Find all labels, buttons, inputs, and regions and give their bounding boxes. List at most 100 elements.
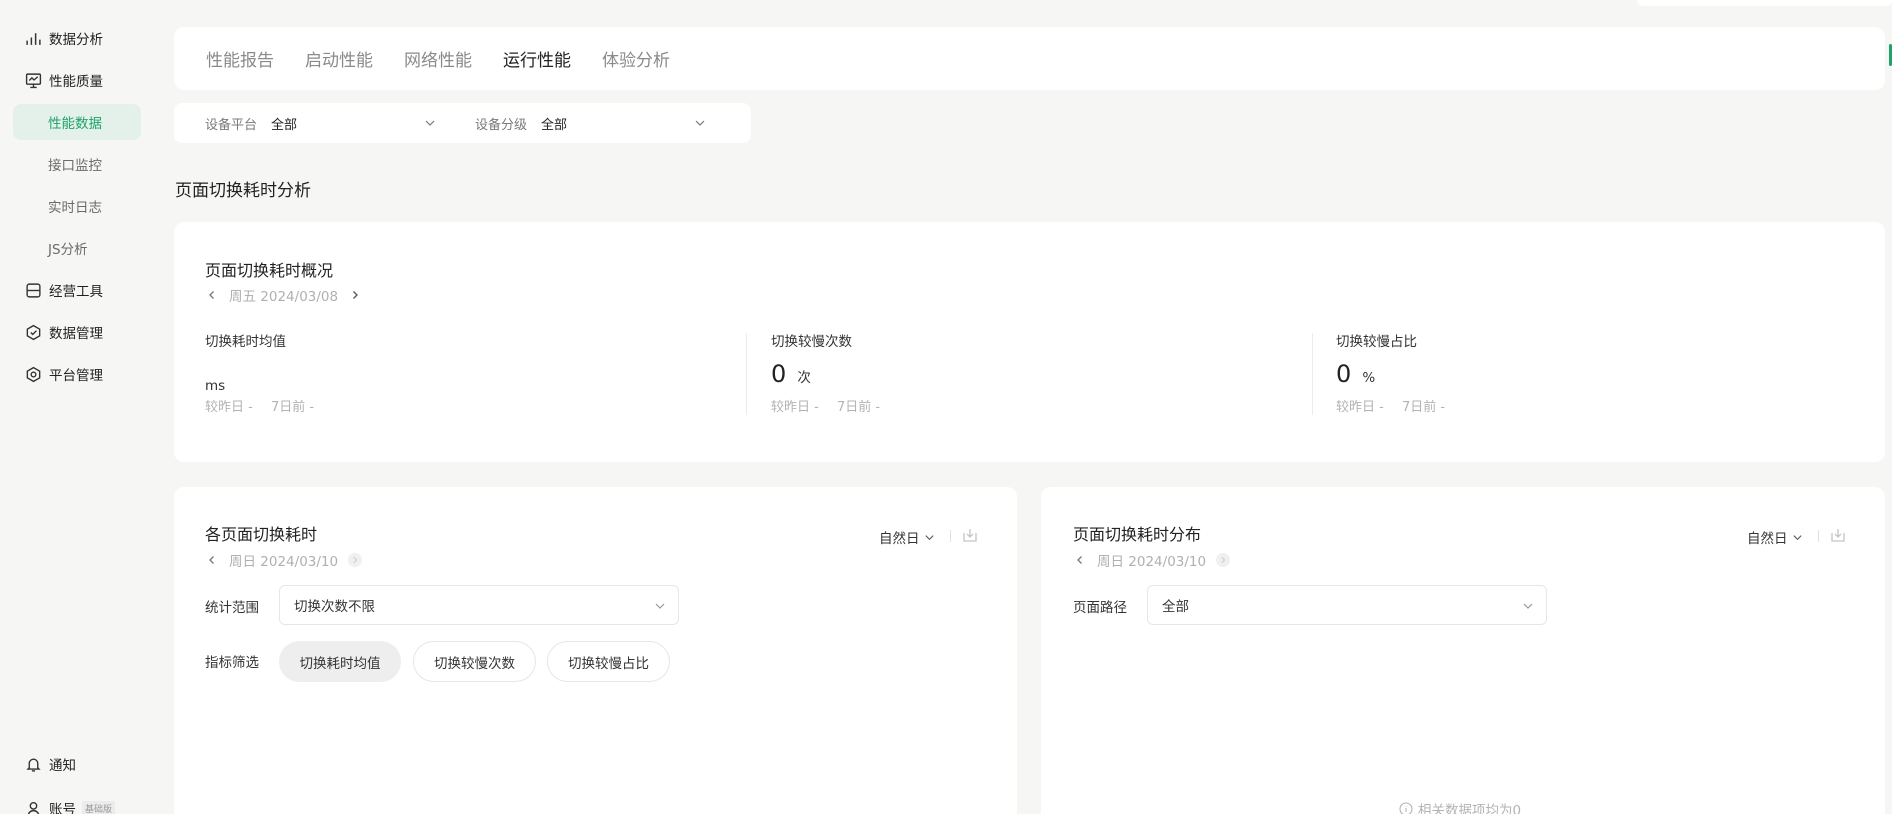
device-level-select[interactable]: 设备分级 全部 bbox=[475, 103, 567, 143]
notifications-label: 通知 bbox=[49, 758, 76, 774]
sidebar-item-business-tools[interactable]: 经营工具 bbox=[13, 272, 141, 308]
overview-card bbox=[174, 222, 1885, 462]
filter-pill-avg-time[interactable]: 切换耗时均值 bbox=[279, 641, 401, 682]
overview-date: 周五 2024/03/08 bbox=[229, 289, 339, 305]
metric-comparison: 较昨日 - 7日前 - bbox=[1336, 396, 1445, 415]
compare-7days: 7日前 - bbox=[270, 400, 315, 415]
sidebar-item-label: 平台管理 bbox=[49, 368, 103, 384]
metric-unit: 次 bbox=[797, 370, 811, 386]
empty-data-text: 相关数据项均为0 bbox=[1418, 803, 1522, 814]
download-icon[interactable] bbox=[961, 526, 979, 544]
chevron-down-icon bbox=[1523, 603, 1533, 609]
chevron-right-icon[interactable] bbox=[348, 553, 363, 567]
chevron-down-icon bbox=[924, 534, 934, 540]
device-platform-label: 设备平台 bbox=[205, 117, 258, 133]
sidebar-subitem-realtime-log[interactable]: 实时日志 bbox=[13, 188, 141, 224]
sidebar-item-notifications[interactable]: 通知 bbox=[13, 746, 141, 782]
device-level-value: 全部 bbox=[541, 117, 568, 133]
device-level-label: 设备分级 bbox=[475, 117, 528, 133]
device-platform-select[interactable]: 设备平台 全部 bbox=[205, 103, 297, 143]
compare-7days: 7日前 - bbox=[836, 400, 881, 415]
metric-value: 0 bbox=[1336, 360, 1352, 388]
sidebar-item-account[interactable]: 账号 基础版 bbox=[13, 790, 141, 814]
page-path-label: 页面路径 bbox=[1073, 600, 1127, 616]
metric-value-row: 0 次 bbox=[771, 360, 811, 388]
account-plan-badge: 基础版 bbox=[82, 800, 116, 814]
distribution-date: 周日 2024/03/10 bbox=[1097, 554, 1207, 570]
bell-icon bbox=[23, 754, 43, 774]
filter-pill-slow-count[interactable]: 切换较慢次数 bbox=[413, 641, 536, 682]
compare-yesterday: 较昨日 - bbox=[1336, 400, 1384, 415]
metric-avg-switch-time: 切换耗时均值 ms 较昨日 - 7日前 - bbox=[205, 330, 314, 415]
tab-performance-report[interactable]: 性能报告 bbox=[206, 46, 274, 71]
chevron-down-icon[interactable] bbox=[424, 117, 436, 129]
monitor-icon bbox=[23, 70, 43, 90]
tab-startup-performance[interactable]: 启动性能 bbox=[305, 46, 373, 71]
settings-icon bbox=[23, 364, 43, 384]
metric-label: 切换较慢占比 bbox=[1336, 334, 1417, 350]
tab-network-performance[interactable]: 网络性能 bbox=[404, 46, 472, 71]
info-icon bbox=[1399, 802, 1413, 814]
sidebar-item-label: 经营工具 bbox=[49, 284, 103, 300]
sidebar-subitem-js-analysis[interactable]: JS分析 bbox=[13, 230, 141, 266]
sidebar-item-data-management[interactable]: 数据管理 bbox=[13, 314, 141, 350]
range-select[interactable]: 切换次数不限 bbox=[279, 585, 679, 625]
user-icon bbox=[23, 798, 43, 814]
metric-value: 0 bbox=[771, 360, 787, 388]
per-page-date-nav: 周日 2024/03/10 bbox=[205, 550, 363, 570]
metric-divider bbox=[1312, 333, 1313, 415]
sidebar-item-performance[interactable]: 性能质量 bbox=[13, 62, 141, 98]
metric-unit: % bbox=[1362, 370, 1376, 386]
compare-yesterday: 较昨日 - bbox=[771, 400, 819, 415]
per-page-title: 各页面切换耗时 bbox=[205, 525, 318, 544]
sidebar-subitem-api-monitor[interactable]: 接口监控 bbox=[13, 146, 141, 182]
chevron-down-icon bbox=[1792, 534, 1802, 540]
sidebar-item-label: 数据管理 bbox=[49, 326, 103, 342]
page-path-select[interactable]: 全部 bbox=[1147, 585, 1547, 625]
chevron-right-icon[interactable] bbox=[348, 288, 362, 302]
account-label: 账号 bbox=[49, 802, 76, 814]
granularity-label: 自然日 bbox=[879, 531, 920, 547]
range-label: 统计范围 bbox=[205, 600, 259, 616]
chevron-left-icon[interactable] bbox=[205, 288, 219, 302]
wallet-icon bbox=[23, 280, 43, 300]
metric-label: 切换较慢次数 bbox=[771, 334, 852, 350]
range-value: 切换次数不限 bbox=[294, 599, 375, 615]
metric-value-row: ms bbox=[205, 368, 225, 396]
toolbar-divider bbox=[950, 530, 951, 542]
sidebar-item-label: 性能质量 bbox=[49, 74, 103, 90]
chevron-left-icon[interactable] bbox=[1073, 553, 1087, 567]
overview-title: 页面切换耗时概况 bbox=[205, 261, 334, 280]
empty-data-note: 相关数据项均为0 bbox=[1399, 799, 1521, 814]
performance-tab-bar: 性能报告 启动性能 网络性能 运行性能 体验分析 bbox=[174, 27, 1885, 90]
distribution-granularity-select[interactable]: 自然日 bbox=[1747, 527, 1803, 547]
filter-pill-slow-ratio[interactable]: 切换较慢占比 bbox=[547, 641, 670, 682]
metric-value-row: 0 % bbox=[1336, 360, 1375, 388]
sidebar: 数据分析 性能质量 性能数据 接口监控 实时日志 JS分析 经营工具 数据管理 … bbox=[0, 0, 158, 814]
granularity-label: 自然日 bbox=[1747, 531, 1788, 547]
sidebar-subitem-performance-data[interactable]: 性能数据 bbox=[13, 104, 141, 140]
metric-comparison: 较昨日 - 7日前 - bbox=[771, 396, 880, 415]
metric-comparison: 较昨日 - 7日前 - bbox=[205, 396, 314, 415]
sidebar-item-platform-management[interactable]: 平台管理 bbox=[13, 356, 141, 392]
device-filter-bar: 设备平台 全部 设备分级 全部 bbox=[174, 103, 751, 143]
distribution-title: 页面切换耗时分布 bbox=[1073, 525, 1202, 544]
sidebar-item-data-analysis[interactable]: 数据分析 bbox=[13, 20, 141, 56]
metric-divider bbox=[746, 333, 747, 415]
chevron-right-icon[interactable] bbox=[1216, 553, 1231, 567]
chevron-down-icon bbox=[655, 603, 665, 609]
compare-yesterday: 较昨日 - bbox=[205, 400, 253, 415]
distribution-date-nav: 周日 2024/03/10 bbox=[1073, 550, 1231, 570]
bar-chart-icon bbox=[23, 28, 43, 48]
tab-runtime-performance[interactable]: 运行性能 bbox=[503, 46, 571, 71]
overview-date-nav: 周五 2024/03/08 bbox=[205, 285, 362, 305]
hexagon-check-icon bbox=[23, 322, 43, 342]
tab-experience-analysis[interactable]: 体验分析 bbox=[602, 46, 670, 71]
download-icon[interactable] bbox=[1829, 526, 1847, 544]
per-page-date: 周日 2024/03/10 bbox=[229, 554, 339, 570]
chevron-down-icon[interactable] bbox=[694, 117, 706, 129]
toolbar-divider bbox=[1818, 530, 1819, 542]
page-path-value: 全部 bbox=[1162, 599, 1189, 615]
chevron-left-icon[interactable] bbox=[205, 553, 219, 567]
per-page-granularity-select[interactable]: 自然日 bbox=[879, 527, 935, 547]
